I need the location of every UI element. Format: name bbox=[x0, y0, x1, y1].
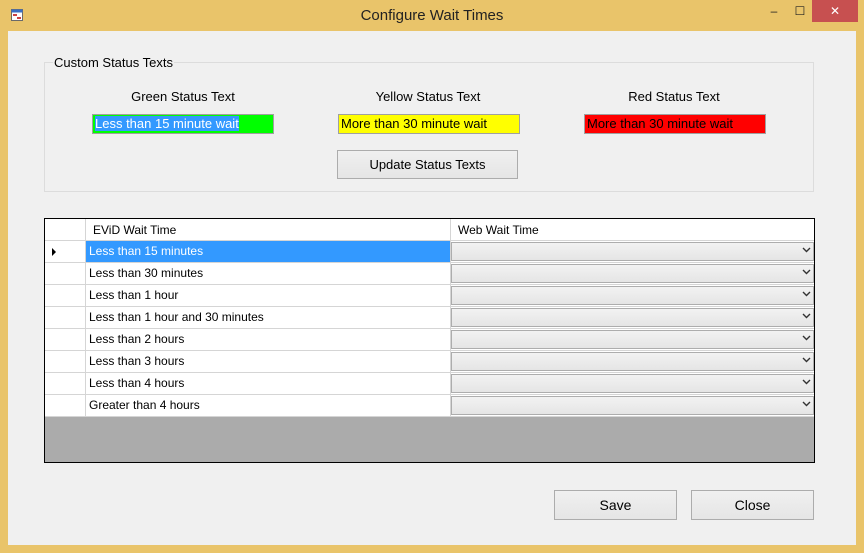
evid-wait-time-cell[interactable]: Less than 1 hour bbox=[86, 285, 451, 307]
chevron-down-icon[interactable] bbox=[798, 329, 814, 346]
minimize-button[interactable]: – bbox=[760, 0, 788, 22]
chevron-down-icon[interactable] bbox=[798, 241, 814, 258]
column-header-evid[interactable]: EViD Wait Time bbox=[86, 219, 451, 240]
row-header[interactable] bbox=[45, 351, 86, 373]
chevron-down-icon[interactable] bbox=[798, 263, 814, 280]
web-wait-time-cell bbox=[451, 263, 814, 285]
web-wait-time-cell bbox=[451, 395, 814, 417]
chevron-down-icon[interactable] bbox=[798, 285, 814, 302]
web-wait-time-dropdown[interactable] bbox=[451, 396, 814, 415]
web-wait-time-cell bbox=[451, 241, 814, 263]
row-header[interactable] bbox=[45, 241, 86, 263]
web-wait-time-dropdown[interactable] bbox=[451, 286, 814, 305]
web-wait-time-dropdown[interactable] bbox=[451, 330, 814, 349]
update-status-texts-button[interactable]: Update Status Texts bbox=[337, 150, 518, 179]
web-wait-time-cell bbox=[451, 307, 814, 329]
table-row[interactable]: Less than 4 hours bbox=[45, 373, 814, 395]
web-wait-time-cell bbox=[451, 373, 814, 395]
table-row[interactable]: Less than 30 minutes bbox=[45, 263, 814, 285]
wait-times-grid[interactable]: EViD Wait Time Web Wait Time Less than 1… bbox=[44, 218, 815, 463]
maximize-button[interactable]: ☐ bbox=[786, 0, 814, 22]
row-header[interactable] bbox=[45, 263, 86, 285]
chevron-down-icon[interactable] bbox=[798, 351, 814, 368]
row-header[interactable] bbox=[45, 373, 86, 395]
custom-status-texts-group: Custom Status Texts Green Status Text Ye… bbox=[44, 55, 814, 192]
row-header-corner bbox=[45, 219, 86, 240]
row-header[interactable] bbox=[45, 329, 86, 351]
row-header[interactable] bbox=[45, 307, 86, 329]
chevron-down-icon[interactable] bbox=[798, 307, 814, 324]
table-row[interactable]: Less than 1 hour bbox=[45, 285, 814, 307]
red-status-input[interactable]: More than 30 minute wait bbox=[584, 114, 766, 134]
green-status-input[interactable]: Less than 15 minute wait bbox=[92, 114, 274, 134]
evid-wait-time-cell[interactable]: Less than 4 hours bbox=[86, 373, 451, 395]
window-title: Configure Wait Times bbox=[360, 7, 504, 24]
evid-wait-time-cell[interactable]: Greater than 4 hours bbox=[86, 395, 451, 417]
web-wait-time-dropdown[interactable] bbox=[451, 352, 814, 371]
close-window-button[interactable]: ✕ bbox=[812, 0, 858, 22]
row-header[interactable] bbox=[45, 285, 86, 307]
web-wait-time-cell bbox=[451, 285, 814, 307]
current-row-arrow-icon bbox=[52, 248, 56, 256]
table-row[interactable]: Less than 1 hour and 30 minutes bbox=[45, 307, 814, 329]
red-status-label: Red Status Text bbox=[628, 89, 720, 104]
evid-wait-time-cell[interactable]: Less than 30 minutes bbox=[86, 263, 451, 285]
chevron-down-icon[interactable] bbox=[798, 373, 814, 390]
close-button[interactable]: Close bbox=[691, 490, 814, 520]
green-status-value: Less than 15 minute wait bbox=[95, 116, 239, 131]
web-wait-time-dropdown[interactable] bbox=[451, 308, 814, 327]
evid-wait-time-cell[interactable]: Less than 3 hours bbox=[86, 351, 451, 373]
yellow-status-label: Yellow Status Text bbox=[375, 89, 481, 104]
web-wait-time-dropdown[interactable] bbox=[451, 264, 814, 283]
group-title: Custom Status Texts bbox=[53, 55, 174, 70]
chevron-down-icon[interactable] bbox=[798, 395, 814, 412]
web-wait-time-cell bbox=[451, 351, 814, 373]
web-wait-time-cell bbox=[451, 329, 814, 351]
web-wait-time-dropdown[interactable] bbox=[451, 374, 814, 393]
table-row[interactable]: Less than 2 hours bbox=[45, 329, 814, 351]
table-row[interactable]: Greater than 4 hours bbox=[45, 395, 814, 417]
table-row[interactable]: Less than 15 minutes bbox=[45, 241, 814, 263]
web-wait-time-dropdown[interactable] bbox=[451, 242, 814, 261]
window: Configure Wait Times – ☐ ✕ Custom Status… bbox=[0, 0, 864, 553]
grid-header: EViD Wait Time Web Wait Time bbox=[45, 219, 814, 241]
yellow-status-input[interactable]: More than 30 minute wait bbox=[338, 114, 520, 134]
green-status-label: Green Status Text bbox=[131, 89, 235, 104]
row-header[interactable] bbox=[45, 395, 86, 417]
save-button[interactable]: Save bbox=[554, 490, 677, 520]
title-bar[interactable]: Configure Wait Times – ☐ ✕ bbox=[0, 0, 864, 31]
table-row[interactable]: Less than 3 hours bbox=[45, 351, 814, 373]
form-body: Custom Status Texts Green Status Text Ye… bbox=[8, 31, 856, 545]
column-header-web[interactable]: Web Wait Time bbox=[451, 219, 814, 240]
evid-wait-time-cell[interactable]: Less than 15 minutes bbox=[86, 241, 451, 263]
evid-wait-time-cell[interactable]: Less than 1 hour and 30 minutes bbox=[86, 307, 451, 329]
evid-wait-time-cell[interactable]: Less than 2 hours bbox=[86, 329, 451, 351]
